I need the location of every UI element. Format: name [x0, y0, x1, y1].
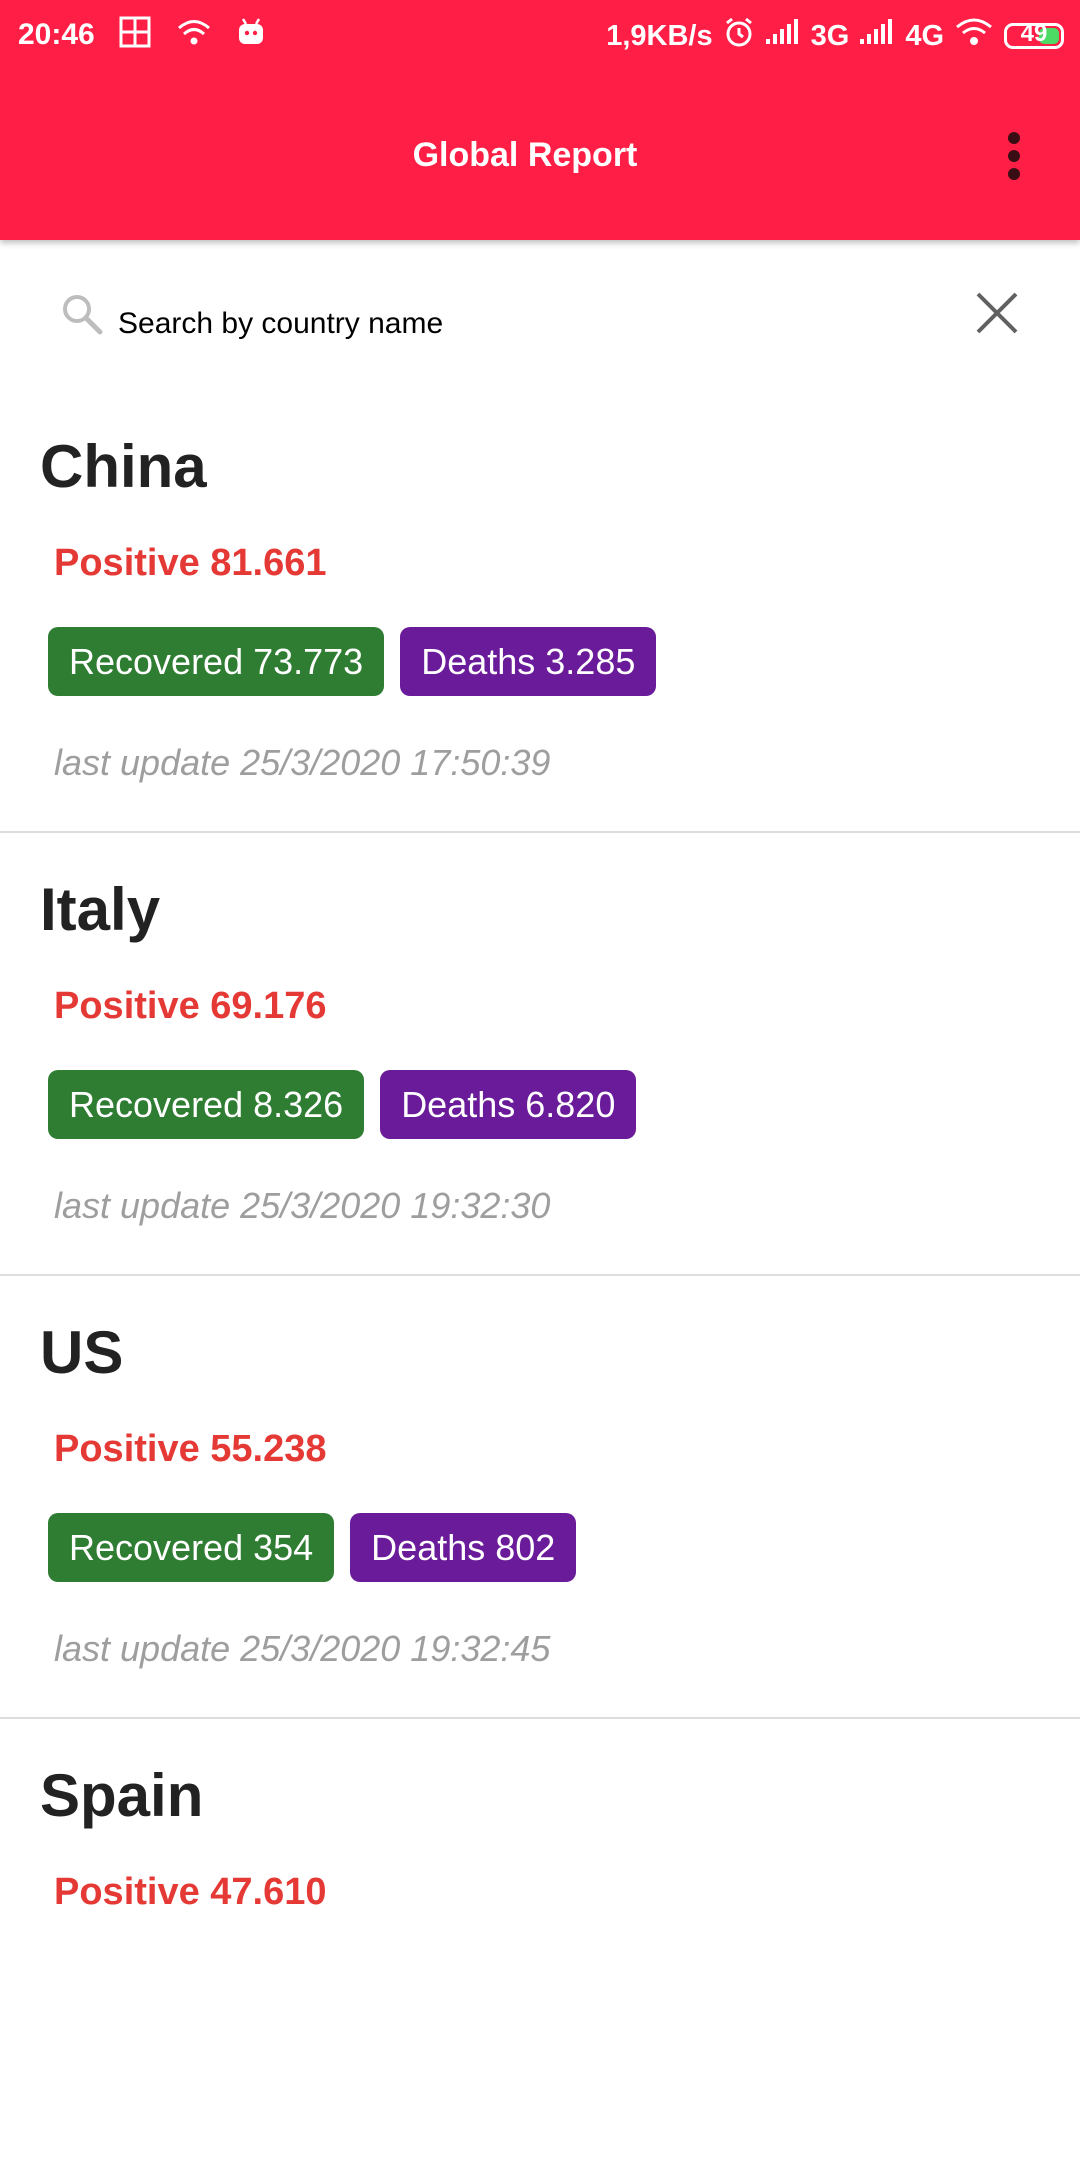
- deaths-badge: Deaths 3.285: [400, 627, 657, 696]
- country-card-spain[interactable]: Spain Positive 47.610: [0, 1719, 1080, 2162]
- net-speed: 1,9KB/s: [606, 19, 713, 52]
- more-vert-icon: [1008, 132, 1020, 144]
- country-card-china[interactable]: China Positive 81.661 Recovered 73.773 D…: [0, 390, 1080, 833]
- stats-badges: Recovered 8.326 Deaths 6.820: [48, 1070, 637, 1139]
- search-icon: [60, 292, 104, 341]
- alarm-icon: [723, 16, 755, 56]
- battery-percent: 49: [1020, 20, 1048, 47]
- recovered-badge: Recovered 73.773: [48, 627, 385, 696]
- last-update: last update 25/3/2020 17:50:39: [54, 742, 551, 783]
- status-notification-icons: [118, 16, 266, 56]
- country-name: Spain: [40, 1762, 204, 1829]
- recovered-badge: Recovered 8.326: [48, 1070, 365, 1139]
- country-list[interactable]: China Positive 81.661 Recovered 73.773 D…: [0, 390, 1080, 2162]
- status-time: 20:46: [18, 18, 95, 51]
- signal-icon: [859, 19, 895, 53]
- last-update: last update 25/3/2020 19:32:45: [54, 1628, 551, 1669]
- country-card-us[interactable]: US Positive 55.238 Recovered 354 Deaths …: [0, 1276, 1080, 1719]
- close-icon: [976, 292, 1018, 334]
- stats-badges: Recovered 73.773 Deaths 3.285: [48, 627, 657, 696]
- more-vert-icon-dot: [1008, 168, 1020, 180]
- status-right: 1,9KB/s 3G 4G 49: [606, 16, 1064, 56]
- deaths-badge: Deaths 802: [350, 1513, 577, 1582]
- search-bar: [0, 240, 1080, 390]
- page-title: Global Report: [412, 136, 638, 174]
- gallery-notification-icon: [118, 15, 152, 57]
- country-name: China: [40, 433, 207, 500]
- search-input[interactable]: [118, 302, 918, 346]
- app-bar: 20:46 1,9KB/s 3G 4G 49 Global Report: [0, 0, 1080, 240]
- positive-count: Positive 55.238: [54, 1428, 327, 1470]
- country-name: US: [40, 1319, 124, 1386]
- signal-icon: [765, 19, 801, 53]
- positive-count: Positive 69.176: [54, 985, 327, 1027]
- deaths-badge: Deaths 6.820: [380, 1070, 637, 1139]
- battery-icon: 49: [1004, 20, 1064, 49]
- positive-count: Positive 81.661: [54, 542, 327, 584]
- wifi-icon: [954, 17, 994, 55]
- positive-count: Positive 47.610: [54, 1871, 327, 1913]
- status-bar: 20:46 1,9KB/s 3G 4G 49: [0, 0, 1080, 74]
- more-vert-icon-dot: [1008, 150, 1020, 162]
- stats-badges: Recovered 354 Deaths 802: [48, 1513, 577, 1582]
- wifi-share-icon: [176, 17, 212, 55]
- network-type-2: 4G: [905, 19, 944, 52]
- recovered-badge: Recovered 354: [48, 1513, 335, 1582]
- clear-search-button[interactable]: [972, 288, 1022, 338]
- country-name: Italy: [40, 876, 161, 943]
- more-options-button[interactable]: [992, 126, 1036, 186]
- last-update: last update 25/3/2020 19:32:30: [54, 1185, 551, 1226]
- android-icon: [236, 16, 266, 56]
- country-card-italy[interactable]: Italy Positive 69.176 Recovered 8.326 De…: [0, 833, 1080, 1276]
- network-type-1: 3G: [810, 19, 850, 52]
